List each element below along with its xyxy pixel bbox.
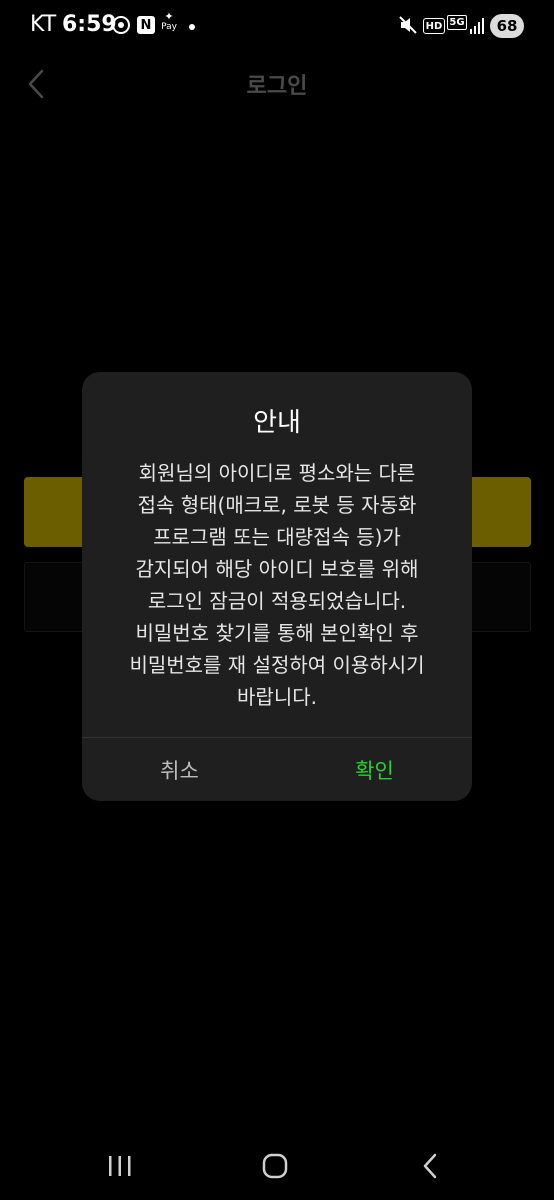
cancel-button[interactable]: 취소 xyxy=(82,738,277,801)
home-button[interactable] xyxy=(255,1150,295,1182)
home-icon xyxy=(262,1153,288,1179)
dialog-message: 회원님의 아이디로 평소와는 다른 접속 형태(매크로, 로봇 등 자동화 프로… xyxy=(129,461,425,709)
notice-dialog: 안내 회원님의 아이디로 평소와는 다른 접속 형태(매크로, 로봇 등 자동화… xyxy=(82,372,472,801)
carrier-label: KT xyxy=(30,12,57,37)
settings-gear-icon xyxy=(111,14,131,36)
battery-icon: 68 xyxy=(490,14,524,38)
confirm-button[interactable]: 확인 xyxy=(277,738,472,801)
5g-icon: 5G xyxy=(447,15,467,30)
notification-dot-icon xyxy=(189,24,195,30)
signal-icon xyxy=(469,14,485,36)
system-nav-bar xyxy=(0,1130,554,1200)
naver-icon: N xyxy=(137,16,155,34)
back-icon xyxy=(423,1153,437,1179)
dialog-title: 안내 xyxy=(253,408,301,438)
samsung-pay-icon: ✦ Pay xyxy=(161,10,177,32)
app-header: 로그인 xyxy=(0,52,554,116)
nav-back-button[interactable] xyxy=(410,1150,450,1182)
status-bar: KT 6:59 N ✦ Pay HD 5G 68 xyxy=(0,0,554,52)
hd-voice-icon: HD xyxy=(423,18,445,34)
recent-apps-icon xyxy=(109,1156,131,1176)
status-time: 6:59 xyxy=(62,12,117,37)
recent-apps-button[interactable] xyxy=(100,1150,140,1182)
page-title: 로그인 xyxy=(246,74,308,99)
mute-icon xyxy=(398,14,418,36)
